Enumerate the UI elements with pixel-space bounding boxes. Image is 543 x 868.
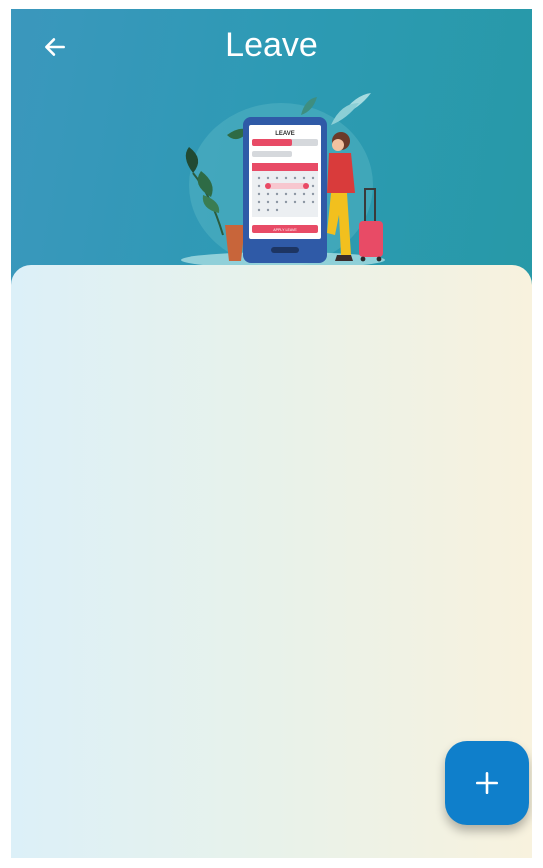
page-title: Leave	[225, 26, 318, 64]
illustration-submit-label: APPLY LEAVE	[273, 228, 297, 232]
add-leave-button[interactable]	[445, 741, 529, 825]
leave-illustration: LEAVE APPLY LEAVE	[181, 93, 385, 267]
illustration-heading: LEAVE	[275, 131, 295, 137]
app-header: Leave LEAVE APPLY LEAVE	[11, 9, 532, 309]
plus-icon	[475, 771, 499, 795]
leave-screen: Leave LEAVE APPLY LEAVE	[11, 9, 532, 858]
